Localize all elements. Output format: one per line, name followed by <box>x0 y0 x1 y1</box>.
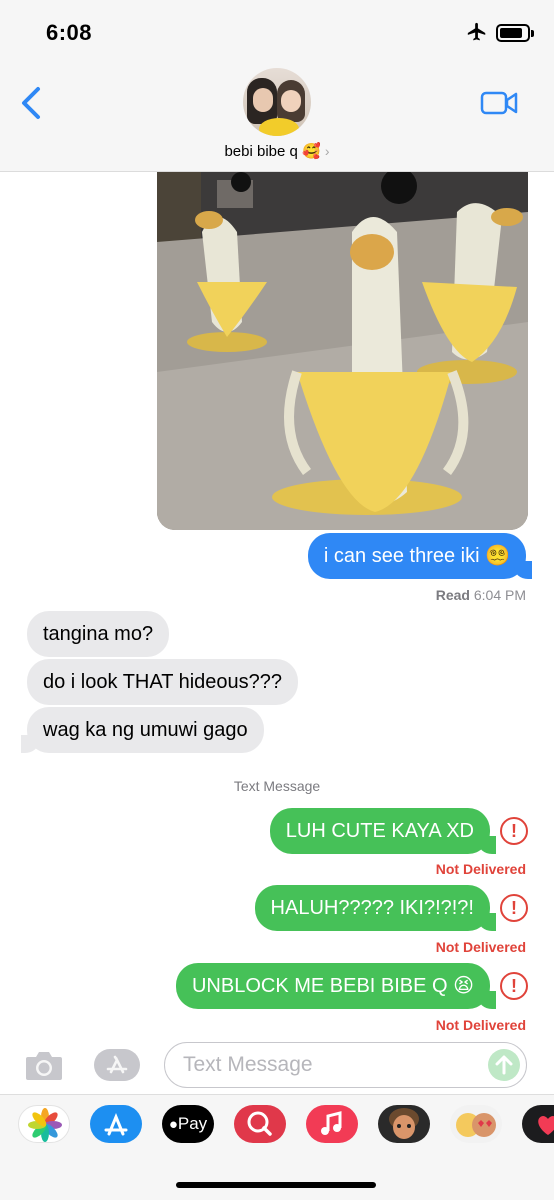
message-input[interactable] <box>164 1042 527 1088</box>
app-store-icon[interactable] <box>90 1105 142 1143</box>
video-call-icon[interactable] <box>480 90 518 116</box>
music-icon[interactable] <box>306 1105 358 1143</box>
memoji-icon[interactable] <box>378 1105 430 1143</box>
message-text: do i look THAT hideous??? <box>43 671 283 693</box>
status-time: 6:08 <box>46 20 93 45</box>
status-bar: 6:08 <box>0 0 554 62</box>
incoming-message-bubble[interactable]: wag ka ng umuwi gago <box>21 707 264 753</box>
camera-icon[interactable] <box>24 1048 64 1082</box>
back-chevron-icon[interactable] <box>18 86 44 120</box>
memoji-stickers-icon[interactable] <box>450 1105 502 1143</box>
send-arrow-icon[interactable] <box>488 1049 520 1081</box>
banana-duck-statues-image <box>157 172 528 530</box>
message-text: tangina mo? <box>43 623 154 645</box>
outgoing-sms-bubble[interactable]: HALUH????? IKI?!?!?! <box>254 885 497 931</box>
battery-icon <box>496 24 534 42</box>
text-message-field[interactable] <box>183 1051 473 1079</box>
not-delivered-label: Not Delivered <box>435 1017 526 1033</box>
airplane-mode-icon <box>467 22 486 41</box>
outgoing-sms-bubble[interactable]: LUH CUTE KAYA XD <box>269 808 497 854</box>
digital-touch-icon[interactable] <box>522 1105 554 1143</box>
message-text: wag ka ng umuwi gago <box>43 719 248 741</box>
conversation-header: bebi bibe q 🥰 › <box>0 62 554 172</box>
incoming-message-bubble[interactable]: do i look THAT hideous??? <box>27 659 299 705</box>
incoming-message-bubble[interactable]: tangina mo? <box>27 611 170 657</box>
photos-icon[interactable] <box>18 1105 70 1143</box>
home-indicator[interactable] <box>176 1182 376 1188</box>
not-delivered-label: Not Delivered <box>435 861 526 877</box>
service-label: Text Message <box>233 778 321 794</box>
chevron-right-icon: › <box>324 143 330 159</box>
error-icon[interactable]: ! <box>500 972 528 1000</box>
apple-pay-label: Pay <box>177 1114 208 1133</box>
contact-name[interactable]: bebi bibe q 🥰 › <box>0 142 554 160</box>
not-delivered-label: Not Delivered <box>435 939 526 955</box>
search-images-icon[interactable] <box>234 1105 286 1143</box>
message-text: UNBLOCK ME BEBI BIBE Q 😫 <box>191 975 474 997</box>
read-receipt: Read 6:04 PM <box>436 587 526 603</box>
message-text: HALUH????? IKI?!?!?! <box>270 897 474 919</box>
read-label: Read <box>435 587 470 603</box>
app-store-apps-icon[interactable] <box>92 1048 142 1082</box>
contact-avatar[interactable] <box>243 68 311 136</box>
outgoing-imessage-bubble[interactable]: i can see three iki 😵‍💫 <box>307 533 533 579</box>
error-icon[interactable]: ! <box>500 894 528 922</box>
apple-pay-icon[interactable]: ●Pay <box>162 1105 214 1143</box>
message-text: LUH CUTE KAYA XD <box>285 820 474 842</box>
error-icon[interactable]: ! <box>500 817 528 845</box>
photo-message[interactable] <box>157 172 528 530</box>
message-text: i can see three iki 😵‍💫 <box>323 545 510 567</box>
outgoing-sms-bubble[interactable]: UNBLOCK ME BEBI BIBE Q 😫 <box>175 963 497 1009</box>
read-time: 6:04 PM <box>473 587 526 603</box>
contact-name-label: bebi bibe q 🥰 <box>224 143 321 160</box>
